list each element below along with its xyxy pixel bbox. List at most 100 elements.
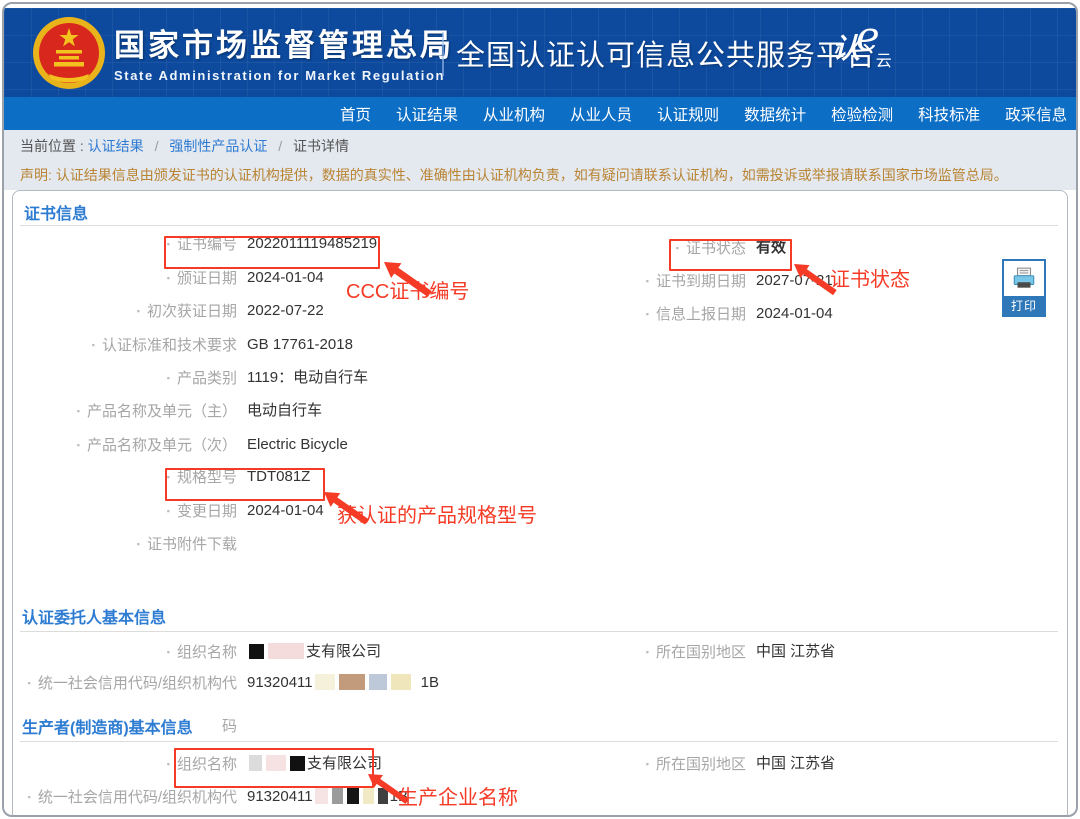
field-value: 中国 江苏省 xyxy=(756,643,835,660)
printer-icon xyxy=(1004,261,1044,296)
main-nav: 首页 认证结果 从业机构 从业人员 认证规则 数据统计 检验检测 科技标准 政采… xyxy=(4,97,1076,130)
bullet-icon: ▪ xyxy=(167,273,170,283)
field-row-product-name-sub: ▪产品名称及单元（次）Electric Bicycle xyxy=(247,434,348,456)
annotation-manufacturer: 生产企业名称 xyxy=(398,781,518,810)
nav-item-statistics[interactable]: 数据统计 xyxy=(744,103,806,125)
bullet-icon: ▪ xyxy=(137,306,140,316)
bullet-icon: ▪ xyxy=(28,678,31,688)
bullet-icon: ▪ xyxy=(167,647,170,657)
field-label: 认证标准和技术要求 xyxy=(102,337,237,354)
bullet-icon: ▪ xyxy=(646,309,649,319)
redaction-block xyxy=(315,674,335,690)
field-value-prefix: 91320411 xyxy=(247,788,313,805)
field-value: 1119：电动自行车 xyxy=(247,369,368,386)
redaction-block xyxy=(391,674,411,690)
credit-code-label-wrap: 码 xyxy=(222,715,237,736)
bullet-icon: ▪ xyxy=(167,373,170,383)
nav-item-procurement[interactable]: 政采信息 xyxy=(1005,103,1067,125)
field-label: 所在国别地区 xyxy=(656,644,746,661)
highlight-box-model xyxy=(165,468,325,501)
highlight-box-manufacturer xyxy=(174,748,374,788)
section-title-certificate: 证书信息 xyxy=(24,200,88,224)
disclaimer-text: 声明: 认证结果信息由颁发证书的认证机构提供，数据的真实性、准确性由认证机构负责… xyxy=(20,165,1008,185)
agency-title-block: 国家市场监督管理总局 State Administration for Mark… xyxy=(114,20,454,83)
field-label: 变更日期 xyxy=(177,503,237,520)
field-label: 组织名称 xyxy=(177,644,237,661)
section-divider xyxy=(20,631,1058,632)
nav-item-cert-results[interactable]: 认证结果 xyxy=(396,103,458,125)
field-label: 证书到期日期 xyxy=(656,273,746,290)
field-value-prefix: 91320411 xyxy=(247,674,313,691)
field-label: 信息上报日期 xyxy=(656,306,746,323)
bullet-icon: ▪ xyxy=(646,276,649,286)
redaction-block xyxy=(249,644,264,659)
field-row-change-date: ▪变更日期2024-01-04 xyxy=(247,500,324,522)
annotation-status: 证书状态 xyxy=(830,263,910,292)
agency-subtitle: State Administration for Market Regulati… xyxy=(114,68,454,83)
field-value: 2022-07-22 xyxy=(247,302,324,319)
field-row-applicant-org-name: ▪组织名称支有限公司 xyxy=(247,641,381,663)
nav-item-cert-rules[interactable]: 认证规则 xyxy=(657,103,719,125)
bullet-icon: ▪ xyxy=(92,340,95,350)
field-label: 产品名称及单元（次） xyxy=(87,437,237,454)
nav-item-agencies[interactable]: 从业机构 xyxy=(483,103,545,125)
field-label: 产品类别 xyxy=(177,370,237,387)
site-banner: 国家市场监督管理总局 State Administration for Mark… xyxy=(4,8,1076,97)
highlight-box-cert-no xyxy=(164,236,380,269)
bullet-icon: ▪ xyxy=(167,506,170,516)
breadcrumb-link-ccc[interactable]: 强制性产品认证 xyxy=(169,138,267,154)
redaction-block xyxy=(339,674,365,690)
redaction-block xyxy=(268,643,304,659)
breadcrumb-separator: / xyxy=(278,138,282,154)
section-divider xyxy=(20,225,1058,226)
field-value: 支有限公司 xyxy=(306,643,381,660)
redaction-block xyxy=(363,788,374,804)
annotation-model: 获认证的产品规格型号 xyxy=(337,499,537,528)
redaction-block xyxy=(347,788,359,804)
nav-item-standards[interactable]: 科技标准 xyxy=(918,103,980,125)
nav-item-inspection[interactable]: 检验检测 xyxy=(831,103,893,125)
bullet-icon: ▪ xyxy=(77,440,80,450)
field-row-product-category: ▪产品类别1119：电动自行车 xyxy=(247,367,368,389)
field-value: 2024-01-04 xyxy=(247,269,324,286)
field-row-applicant-region: ▪所在国别地区中国 江苏省 xyxy=(756,641,835,663)
breadcrumb-current: 证书详情 xyxy=(293,138,349,154)
field-row-issue-date: ▪颁证日期2024-01-04 xyxy=(247,267,324,289)
field-row-first-issue-date: ▪初次获证日期2022-07-22 xyxy=(247,300,324,322)
field-row-report-date: ▪信息上报日期2024-01-04 xyxy=(756,303,833,325)
field-label: 颁证日期 xyxy=(177,270,237,287)
breadcrumb-link-cert-results[interactable]: 认证结果 xyxy=(88,138,144,154)
bullet-icon: ▪ xyxy=(137,539,140,549)
breadcrumb-label: 当前位置 : xyxy=(20,138,84,154)
bullet-icon: ▪ xyxy=(28,792,31,802)
field-label: 证书附件下载 xyxy=(147,536,237,553)
field-value-suffix: 1B xyxy=(421,674,439,691)
print-button-label: 打印 xyxy=(1004,296,1044,315)
platform-title: 全国认证认可信息公共服务平台 xyxy=(456,32,876,74)
field-value: 电动自行车 xyxy=(247,402,322,419)
field-row-product-name-main: ▪产品名称及单元（主）电动自行车 xyxy=(247,400,322,422)
field-value: GB 17761-2018 xyxy=(247,336,353,353)
field-value: 中国 江苏省 xyxy=(756,755,835,772)
banner-divider xyxy=(442,32,444,76)
field-label: 统一社会信用代码/组织机构代 xyxy=(38,675,237,692)
breadcrumb-separator: / xyxy=(155,138,159,154)
field-value: Electric Bicycle xyxy=(247,436,348,453)
section-title-manufacturer: 生产者(制造商)基本信息 xyxy=(22,714,193,738)
field-label: 所在国别地区 xyxy=(656,756,746,773)
nav-item-personnel[interactable]: 从业人员 xyxy=(570,103,632,125)
bullet-icon: ▪ xyxy=(646,647,649,657)
section-title-applicant: 认证委托人基本信息 xyxy=(22,604,166,628)
bullet-icon: ▪ xyxy=(646,759,649,769)
national-emblem-icon xyxy=(32,16,106,90)
print-button[interactable]: 打印 xyxy=(1002,259,1046,317)
redaction-block xyxy=(369,674,387,690)
page-frame: 国家市场监督管理总局 State Administration for Mark… xyxy=(2,2,1078,817)
annotation-cert-no: CCC证书编号 xyxy=(346,275,469,304)
field-value: 2024-01-04 xyxy=(756,305,833,322)
bullet-icon: ▪ xyxy=(77,406,80,416)
breadcrumb: 当前位置 : 认证结果 / 强制性产品认证 / 证书详情 xyxy=(20,136,349,156)
nav-item-home[interactable]: 首页 xyxy=(340,103,371,125)
bullet-icon: ▪ xyxy=(167,759,170,769)
field-row-applicant-credit-code: ▪统一社会信用代码/组织机构代913204111B xyxy=(247,672,439,694)
